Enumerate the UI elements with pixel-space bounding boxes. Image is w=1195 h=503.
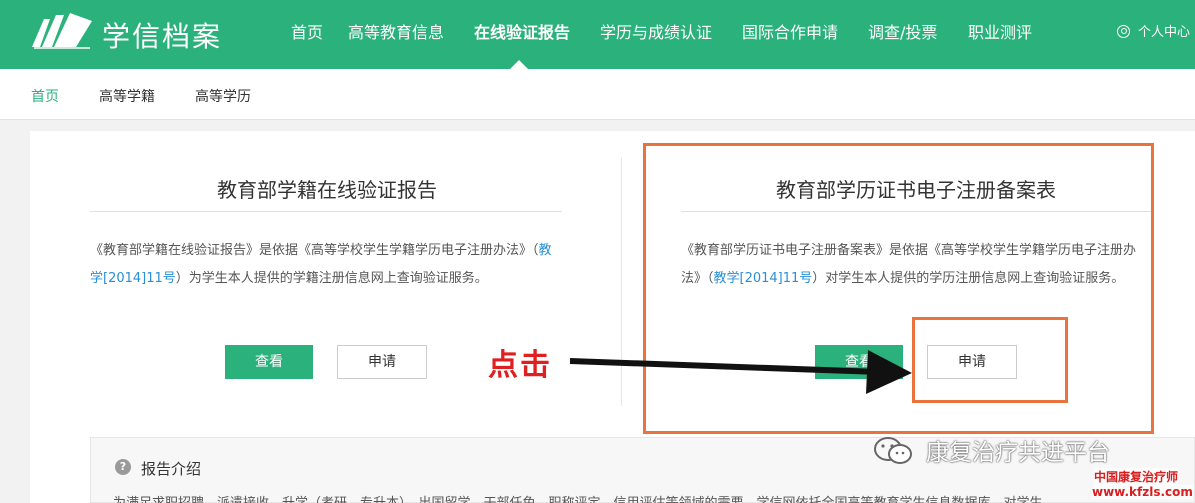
user-icon [1117,25,1130,38]
logo-icon[interactable] [30,11,94,49]
watermark-platform: 康复治疗共进平台 [926,440,1110,466]
nav-international-cooperation[interactable]: 国际合作申请 [742,19,838,43]
intro-title: 报告介绍 [141,460,202,478]
nav-higher-education-info[interactable]: 高等教育信息 [348,19,444,43]
subnav-higher-enrollment[interactable]: 高等学籍 [99,86,155,106]
brand-title[interactable]: 学信档案 [102,15,222,55]
enrollment-view-button[interactable]: 查看 [225,345,313,379]
nav-degree-certification[interactable]: 学历与成绩认证 [600,19,712,43]
nav-survey-vote[interactable]: 调查/投票 [868,19,937,43]
watermark-site-name: 中国康复治疗师 [1094,468,1179,485]
nav-career-assessment[interactable]: 职业测评 [968,19,1032,43]
top-header: 学信档案 首页 高等教育信息 在线验证报告 学历与成绩认证 国际合作申请 调查/… [0,0,1195,69]
description-text: ）为学生本人提供的学籍注册信息网上查询验证服务。 [175,271,488,286]
nav-online-verification-report[interactable]: 在线验证报告 [474,19,570,43]
user-center-label: 个人中心 [1138,25,1191,40]
enrollment-report-description: 《教育部学籍在线验证报告》是依据《高等学校学生学籍学历电子注册办法》（教学[20… [90,237,560,293]
subnav-home[interactable]: 首页 [31,86,59,106]
user-center-link[interactable]: 个人中心 [1117,21,1190,40]
card-divider [621,158,622,406]
sub-navigation: 首页 高等学籍 高等学历 [0,69,1195,120]
highlight-card-box [643,143,1154,434]
question-icon: ? [115,459,131,475]
active-nav-caret [510,60,528,69]
click-annotation-label: 点击 [488,348,552,383]
intro-text: 为满足求职招聘、派遣接收、升学（考研、专升本）、出国留学、干部任免、职称评定、信… [113,492,1043,503]
enrollment-report-title: 教育部学籍在线验证报告 [217,178,437,202]
highlight-apply-box [912,317,1068,403]
wechat-icon [874,437,912,464]
subnav-higher-degree[interactable]: 高等学历 [195,86,251,106]
card-title-rule [90,211,562,212]
enrollment-apply-button[interactable]: 申请 [337,345,427,379]
description-text: 《教育部学籍在线验证报告》是依据《高等学校学生学籍学历电子注册办法》（ [90,243,539,258]
nav-home[interactable]: 首页 [291,19,323,43]
watermark-site-url: www.kfzls.com [1092,485,1193,499]
